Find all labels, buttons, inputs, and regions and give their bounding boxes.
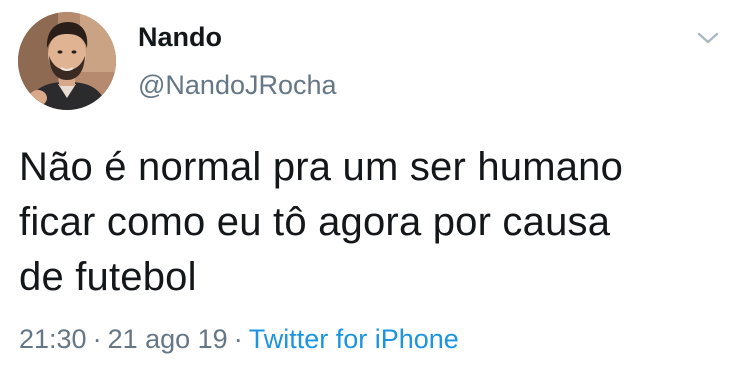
tweet-text-line: Não é normal pra um ser humano [19,145,624,189]
avatar[interactable] [18,12,116,110]
user-handle[interactable]: @NandoJRocha [138,72,337,99]
tweet-date[interactable]: 21 ago 19 [108,324,228,354]
tweet-meta: 21:30 · 21 ago 19 · Twitter for iPhone [19,326,459,353]
meta-separator: · [92,324,102,354]
tweet-source-link[interactable]: Twitter for iPhone [249,324,459,354]
tweet-text-line: ficar como eu tô agora por causa [19,200,611,244]
tweet-text-line: de futebol [19,255,197,299]
chevron-down-icon[interactable] [693,27,723,49]
tweet-text: Não é normal pra um ser humano ficar com… [19,140,719,305]
tweet-time[interactable]: 21:30 [19,324,87,354]
meta-separator: · [233,324,243,354]
tweet-card: Nando @NandoJRocha Não é normal pra um s… [0,0,736,380]
profile-photo-icon [18,12,116,110]
display-name[interactable]: Nando [138,24,222,51]
